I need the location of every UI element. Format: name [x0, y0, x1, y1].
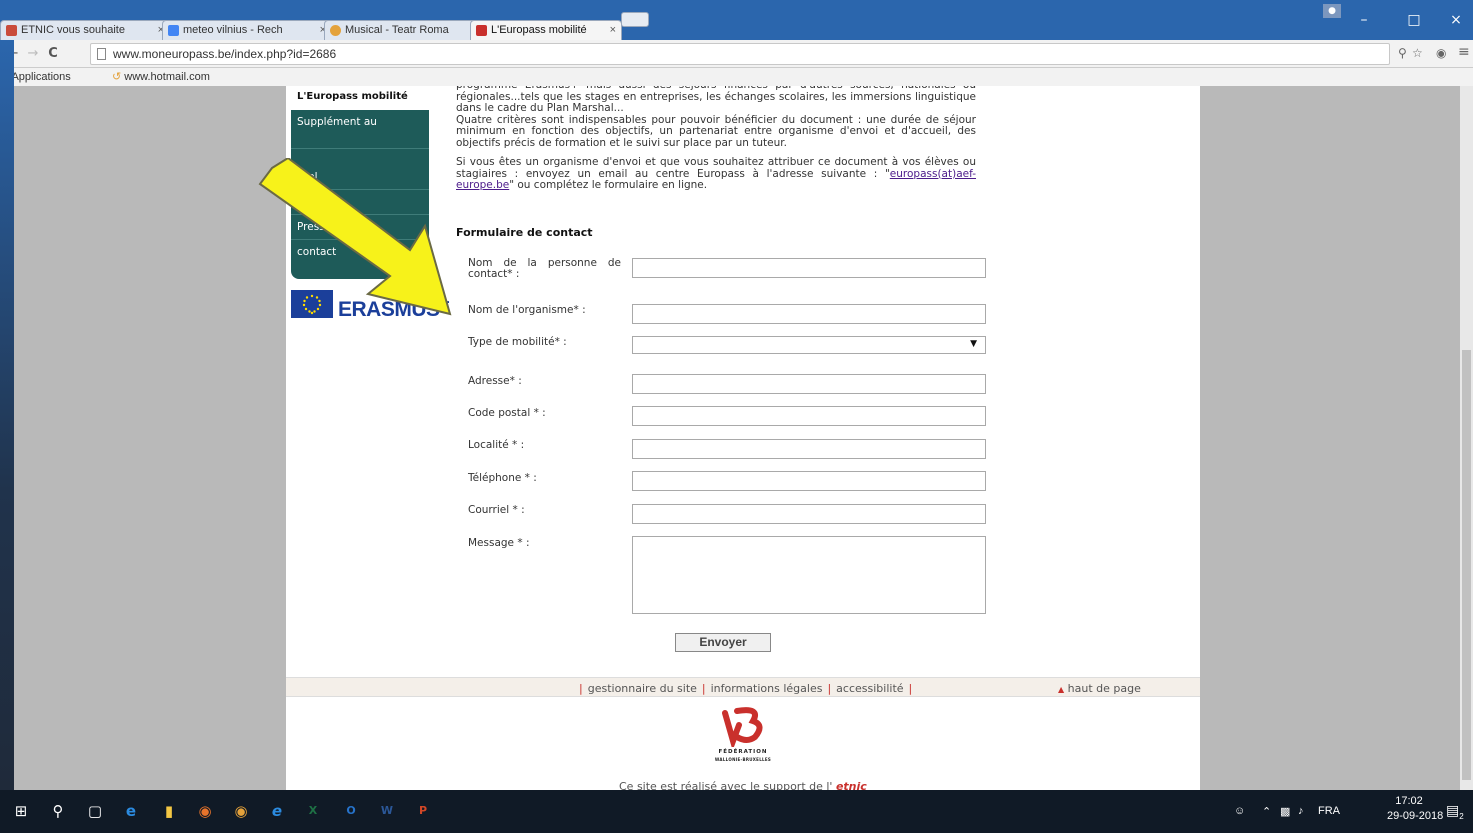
bookmarks-bar: ∷ Applications ↺ www.hotmail.com: [0, 68, 1473, 86]
address-label: Adresse* :: [468, 375, 522, 387]
email-label: Courriel * :: [468, 504, 525, 516]
powerpoint-icon[interactable]: P: [412, 800, 434, 822]
email-input[interactable]: [632, 504, 986, 524]
desktop-background-strip: [0, 40, 14, 790]
browser-title-bar: ETNIC vous souhaite × meteo vilnius - Re…: [0, 0, 1473, 40]
sidebar-item-supplement[interactable]: Supplément au: [291, 110, 429, 149]
bookmark-hotmail[interactable]: ↺ www.hotmail.com: [112, 70, 210, 83]
close-window-button[interactable]: ×: [1442, 12, 1470, 28]
etnic-favicon-icon: [6, 25, 17, 36]
input-language[interactable]: FRA: [1318, 805, 1340, 817]
clock-time: 17:02: [1395, 795, 1423, 807]
search-icon[interactable]: ⚲: [47, 800, 69, 822]
volume-icon[interactable]: ♪: [1298, 805, 1304, 817]
intro-paragraph-3: Si vous êtes un organisme d'envoi et que…: [456, 156, 976, 192]
show-hidden-icons-icon[interactable]: ⌃: [1262, 805, 1271, 818]
address-input[interactable]: [632, 374, 986, 394]
address-bar[interactable]: www.moneuropass.be/index.php?id=2686: [90, 43, 1390, 65]
tab-strip: ETNIC vous souhaite × meteo vilnius - Re…: [0, 12, 1473, 40]
etnic-logo[interactable]: etnic: [836, 780, 867, 790]
sidebar-heading: L'Europass mobilité: [291, 86, 429, 110]
yellow-arrow-annotation: [258, 158, 452, 316]
footer-link-legal[interactable]: informations légales: [711, 682, 823, 695]
intro-text: programme Erasmus+ mais aussi des séjour…: [456, 86, 976, 200]
reload-icon[interactable]: C: [44, 45, 62, 63]
support-sentence: Ce site est réalisé avec le support de l…: [619, 780, 833, 790]
notification-count: 2: [1459, 811, 1464, 821]
send-button[interactable]: Envoyer: [675, 633, 771, 652]
chrome-icon[interactable]: ◉: [230, 800, 252, 822]
tab-close-icon[interactable]: ×: [610, 24, 616, 36]
edge-browser-icon[interactable]: e: [120, 800, 142, 822]
profile-icon[interactable]: ●: [1323, 4, 1341, 18]
page-icon: [97, 48, 106, 60]
message-label: Message * :: [468, 537, 530, 549]
network-icon[interactable]: ▩: [1280, 805, 1290, 818]
clock[interactable]: 17:02 29-09-2018: [1387, 795, 1444, 822]
footer-links-bar: | gestionnaire du site | informations légal…: [286, 677, 1200, 697]
windows-start-icon[interactable]: ⊞: [10, 800, 32, 822]
firefox-icon[interactable]: ◉: [194, 800, 216, 822]
url-text: www.moneuropass.be/index.php?id=2686: [113, 47, 337, 61]
footer-link-site-manager[interactable]: gestionnaire du site: [588, 682, 697, 695]
task-view-icon[interactable]: ▢: [84, 800, 106, 822]
tab-meteo[interactable]: meteo vilnius - Rech ×: [162, 20, 332, 40]
fwb-favicon-icon: [476, 25, 487, 36]
chevron-down-icon: ▼: [970, 339, 977, 349]
organisation-input[interactable]: [632, 304, 986, 324]
fwb-logo-text: FÉDÉRATION WALLONIE-BRUXELLES: [700, 749, 786, 763]
scrollbar-thumb[interactable]: [1462, 350, 1471, 780]
clock-date: 29-09-2018: [1387, 810, 1444, 822]
notification-center-icon[interactable]: ▤2: [1446, 802, 1464, 821]
mobility-type-select[interactable]: ▼: [632, 336, 986, 354]
phone-input[interactable]: [632, 471, 986, 491]
fwb-text-line2: WALLONIE-BRUXELLES: [714, 757, 772, 762]
support-text: Ce site est réalisé avec le support de l…: [619, 780, 867, 790]
page-scrollbar[interactable]: [1460, 86, 1473, 790]
browser-toolbar: ← → C www.moneuropass.be/index.php?id=26…: [0, 40, 1473, 68]
organisation-label: Nom de l'organisme* :: [468, 304, 586, 316]
minimize-button[interactable]: –: [1350, 12, 1378, 28]
windows-taskbar: ⊞ ⚲ ▢ e ▮ ◉ ◉ e X O W P ☺ ⌃ ▩ ♪ FRA 17:0…: [0, 790, 1473, 833]
footer-link-accessibility[interactable]: accessibilité: [836, 682, 903, 695]
postal-code-label: Code postal * :: [468, 407, 546, 419]
zoom-icon[interactable]: ⚲: [1398, 46, 1407, 60]
musical-favicon-icon: [330, 25, 341, 36]
bookmark-star-icon[interactable]: ☆: [1412, 46, 1423, 60]
google-favicon-icon: [168, 25, 179, 36]
locality-input[interactable]: [632, 439, 986, 459]
contact-name-input[interactable]: [632, 258, 986, 278]
intro-paragraph-1: programme Erasmus+ mais aussi des séjour…: [456, 86, 976, 114]
file-explorer-icon[interactable]: ▮: [158, 800, 180, 822]
mobility-type-label: Type de mobilité* :: [468, 336, 567, 348]
forward-arrow-icon[interactable]: →: [24, 45, 42, 63]
message-textarea[interactable]: [632, 536, 986, 614]
new-tab-button[interactable]: [621, 12, 649, 27]
locality-label: Localité * :: [468, 439, 525, 451]
tab-musical[interactable]: Musical - Teatr Roma ×: [324, 20, 494, 40]
menu-icon[interactable]: ≡: [1458, 44, 1470, 60]
tab-europass[interactable]: L'Europass mobilité ×: [470, 20, 622, 40]
people-icon[interactable]: ☺: [1234, 805, 1245, 817]
maximize-button[interactable]: □: [1400, 12, 1428, 28]
fwb-text-line1: FÉDÉRATION: [718, 749, 768, 755]
excel-icon[interactable]: X: [302, 800, 324, 822]
extension-icon[interactable]: ◉: [1436, 46, 1446, 60]
back-to-top-link[interactable]: ▲ haut de page: [1058, 682, 1141, 695]
tab-etnic[interactable]: ETNIC vous souhaite ×: [0, 20, 170, 40]
internet-explorer-icon[interactable]: e: [266, 800, 288, 822]
outlook-icon[interactable]: O: [340, 800, 362, 822]
word-icon[interactable]: W: [376, 800, 398, 822]
intro-paragraph-2: Quatre critères sont indispensables pour…: [456, 113, 976, 149]
page-viewport: L'Europass mobilité Supplément au Dipl L…: [14, 86, 1460, 790]
contact-name-label: Nom de la personne de contact* :: [468, 257, 621, 280]
para3-text-after: " ou complétez le formulaire en ligne.: [509, 179, 708, 191]
phone-label: Téléphone * :: [468, 472, 537, 484]
hotmail-icon: ↺: [112, 71, 122, 83]
footer-links: | gestionnaire du site | informations légal…: [579, 682, 913, 695]
postal-code-input[interactable]: [632, 406, 986, 426]
caret-up-icon: ▲: [1058, 685, 1065, 694]
